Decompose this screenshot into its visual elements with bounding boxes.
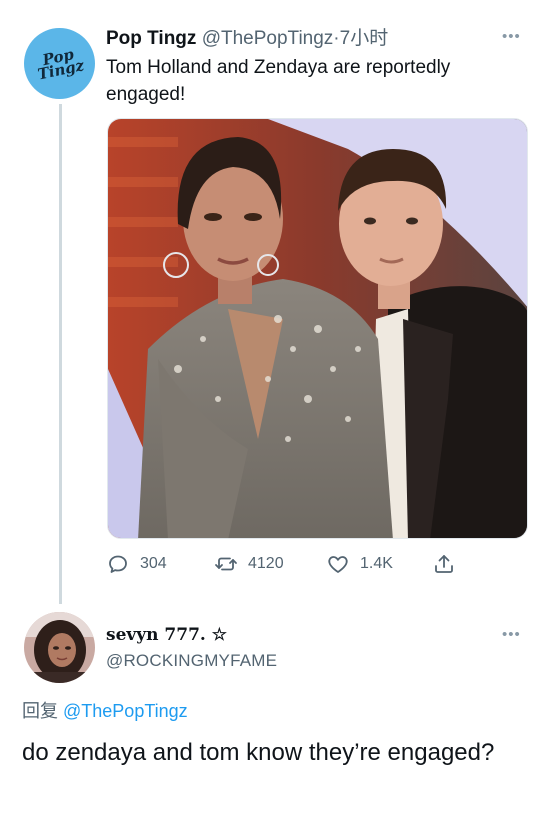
share-icon	[435, 555, 453, 573]
thread-connector-line	[59, 104, 62, 604]
reply-mention-link[interactable]: @ThePopTingz	[63, 701, 188, 721]
reply-icon	[109, 555, 127, 573]
reply-text: do zendaya and tom know they’re engaged?	[22, 739, 495, 766]
photo-illustration	[108, 119, 527, 538]
reply-display-name[interactable]: sevyn 777. ☆	[106, 625, 227, 645]
avatar-photo	[24, 612, 95, 683]
share-button[interactable]	[432, 550, 466, 578]
tweet-actions-bar: 304 4120 1.4K	[106, 550, 526, 578]
tweet-header: Pop Tingz @ThePopTingz·7小时	[106, 27, 486, 51]
tweet-photo[interactable]	[107, 118, 528, 539]
user-handle[interactable]: @ThePopTingz	[202, 28, 334, 49]
reply-more-options-icon[interactable]: •••	[502, 626, 521, 643]
like-icon	[328, 556, 348, 573]
poptingz-avatar[interactable]: Pop Tingz	[24, 28, 95, 99]
more-options-icon[interactable]: •••	[502, 28, 521, 45]
tweet-timestamp[interactable]: 7小时	[340, 28, 389, 49]
avatar-logo-text: Pop Tingz	[35, 44, 86, 84]
tweet-text: Tom Holland and Zendaya are reportedly e…	[106, 57, 451, 105]
like-button[interactable]: 1.4K	[326, 550, 393, 578]
sevyn-avatar[interactable]	[24, 612, 95, 683]
retweet-icon	[215, 557, 237, 571]
reply-label: 回复	[22, 701, 58, 721]
reply-count: 304	[140, 555, 167, 572]
reply-button[interactable]: 304	[106, 550, 167, 578]
retweet-count: 4120	[248, 555, 284, 572]
reply-user-handle[interactable]: @ROCKINGMYFAME	[106, 651, 277, 671]
replying-to: 回复 @ThePopTingz	[22, 697, 188, 723]
display-name[interactable]: Pop Tingz	[106, 28, 196, 49]
like-count: 1.4K	[360, 555, 393, 572]
retweet-button[interactable]: 4120	[214, 550, 284, 578]
